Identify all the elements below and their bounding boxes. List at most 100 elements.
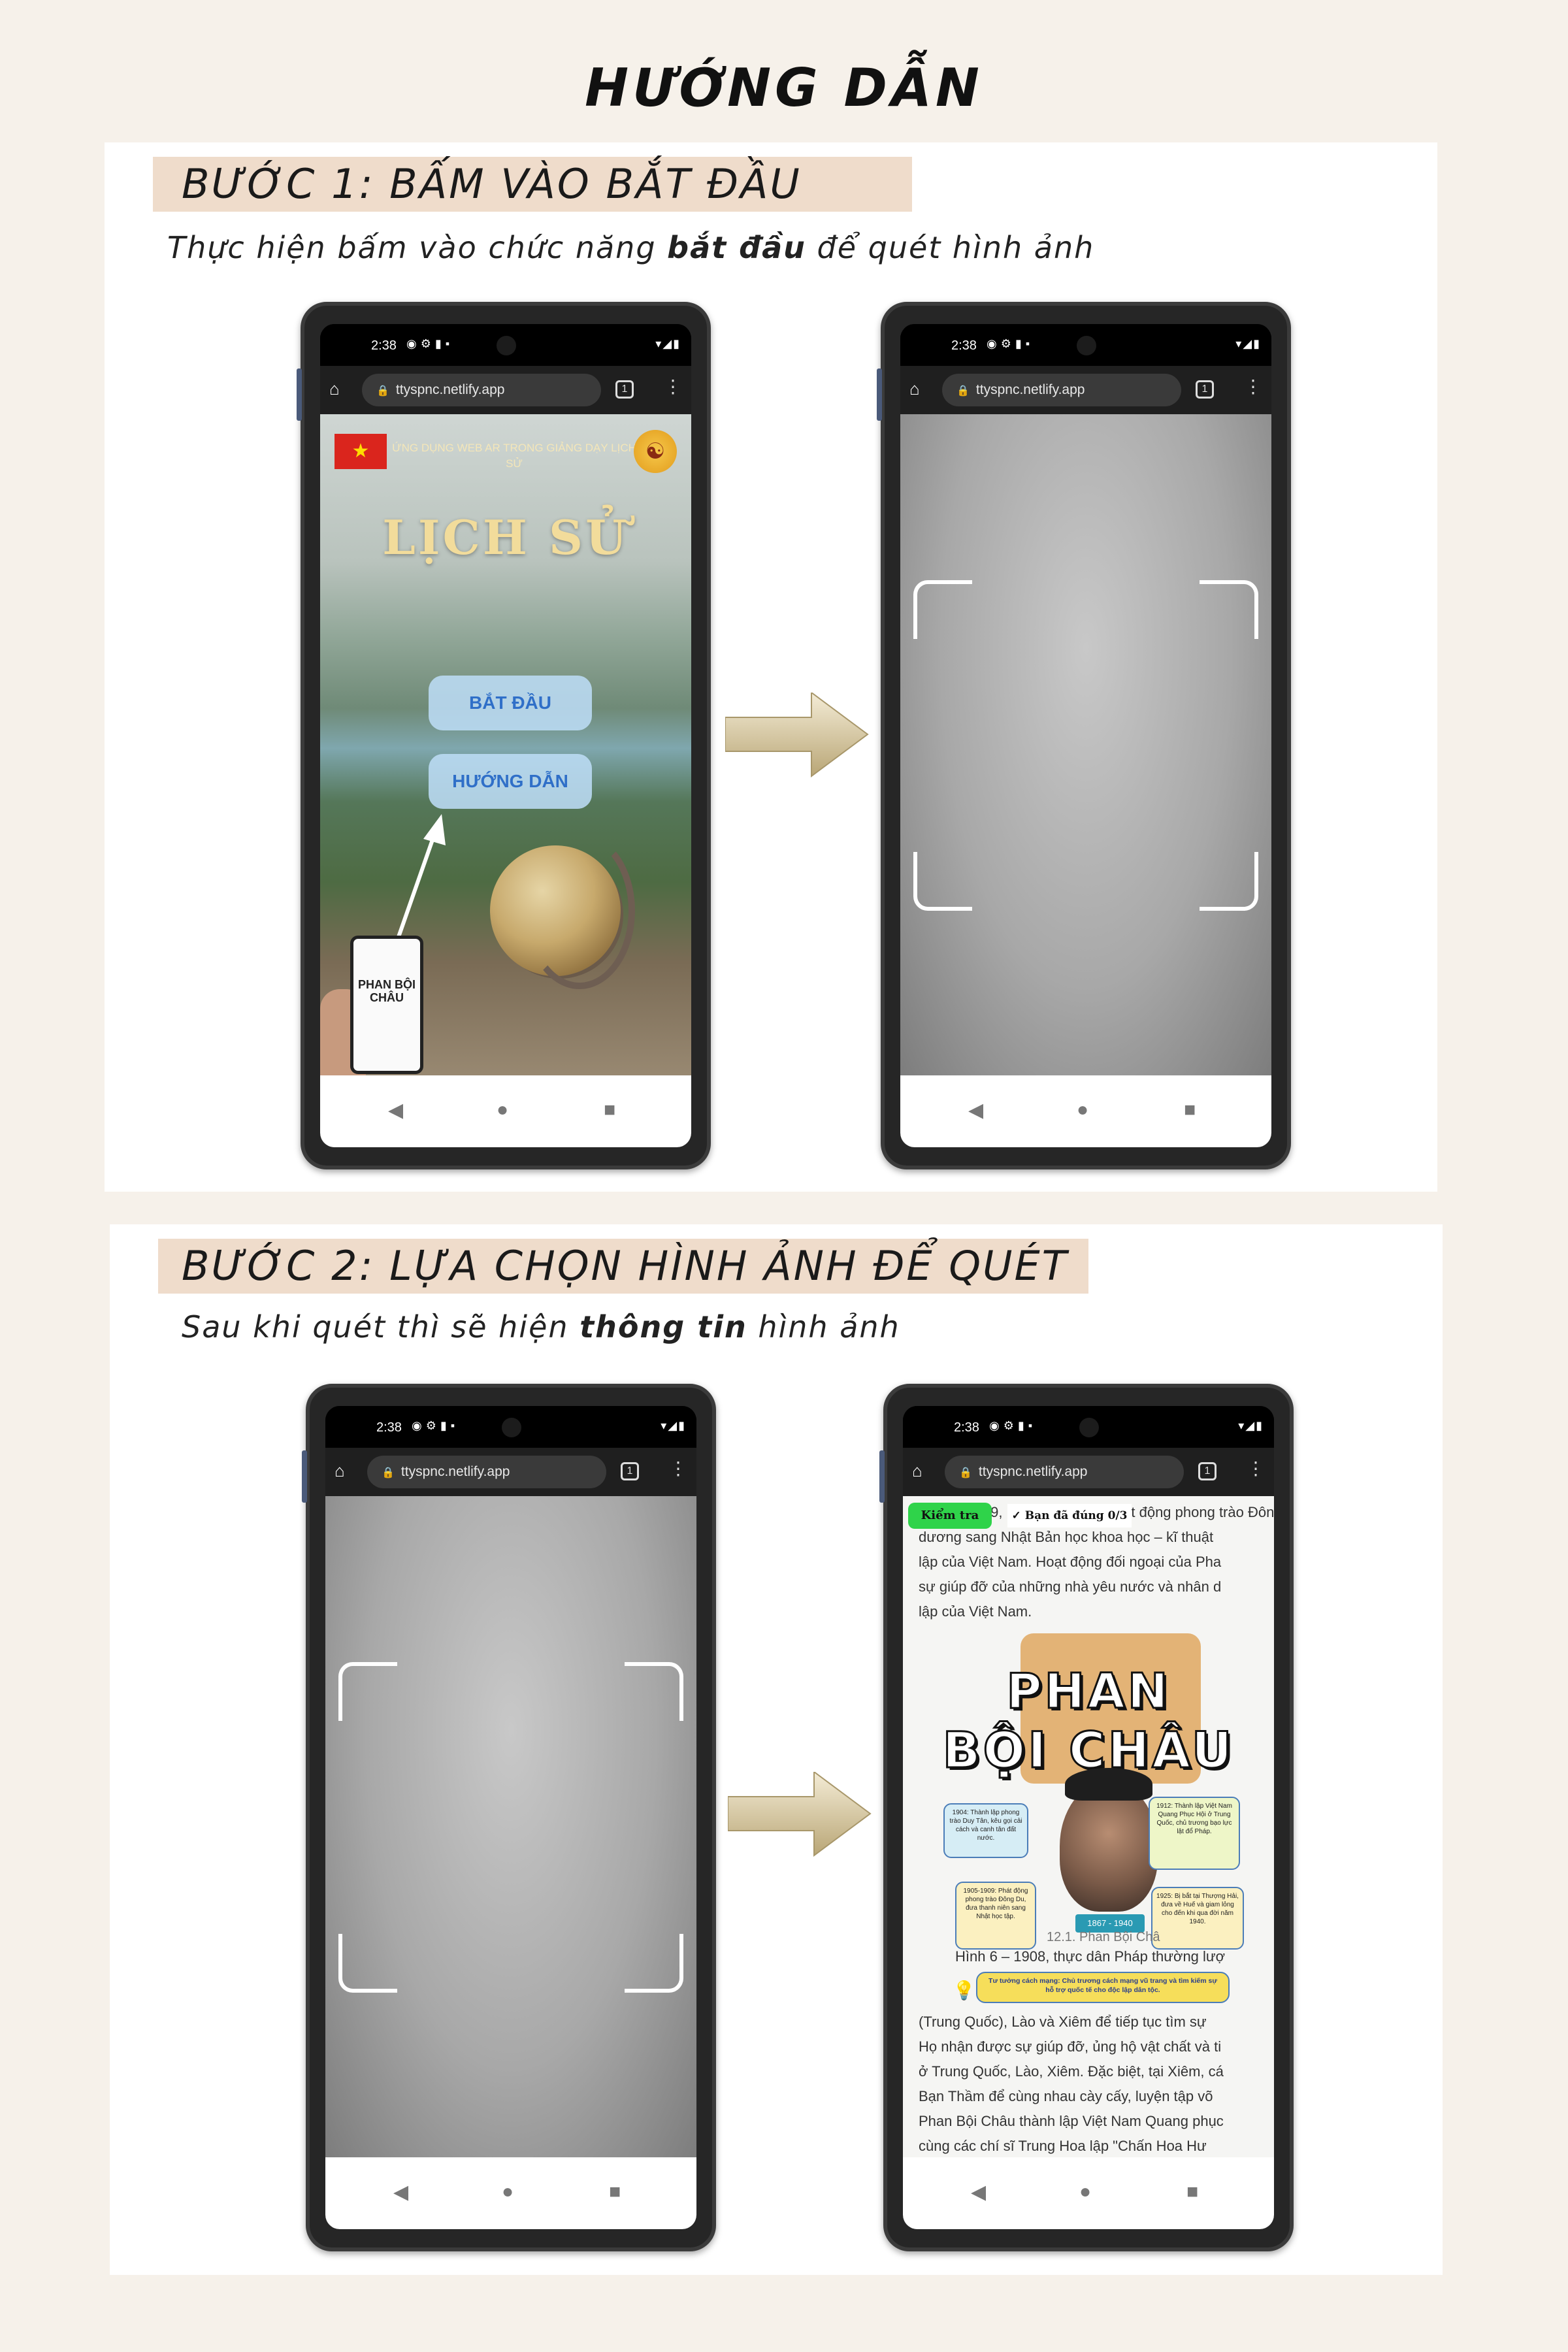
tabs-button[interactable]: 1 (615, 380, 634, 399)
camera-viewfinder (325, 1496, 696, 2164)
step1-heading: BƯỚC 1: BẤM VÀO BẮT ĐẦU (182, 160, 802, 208)
url-field[interactable]: 🔒 ttyspnc.netlify.app (942, 374, 1181, 406)
scan-frame-corner (625, 1662, 683, 1721)
caption-text: 12.1. Phan Bội Châ (1047, 1930, 1160, 1944)
back-icon[interactable]: ◀ (971, 2181, 986, 2204)
home-icon[interactable]: ⌂ (912, 1461, 923, 1481)
lock-icon: 🔒 (382, 1467, 395, 1478)
step2-heading: BƯỚC 2: LỰA CHỌN HÌNH ẢNH ĐỂ QUÉT (182, 1242, 1069, 1290)
poster-title-1: PHAN (1005, 1663, 1171, 1721)
tabs-button[interactable]: 1 (1196, 380, 1214, 399)
home-icon[interactable]: ⌂ (909, 379, 920, 399)
recent-apps-icon[interactable]: ■ (604, 1099, 615, 1121)
android-navbar: ◀ ● ■ (903, 2157, 1274, 2229)
recent-apps-icon[interactable]: ■ (1184, 1099, 1196, 1121)
score-label: ✓ Bạn đã đúng 0/3 (1007, 1504, 1132, 1527)
url-field[interactable]: 🔒 ttyspnc.netlify.app (362, 374, 601, 406)
status-icons: ◉⚙▮▪ (412, 1419, 459, 1432)
status-bar: 2:38 ◉⚙▮▪ ▾◢▮ (325, 1406, 696, 1448)
book-text-line: lập của Việt Nam. (919, 1603, 1032, 1620)
home-icon[interactable]: ⌂ (335, 1461, 345, 1481)
book-text-line: sự giúp đỡ của những nhà yêu nước và nhâ… (919, 1578, 1222, 1595)
scan-frame-corner (625, 1934, 683, 1993)
android-navbar: ◀ ● ■ (320, 1075, 691, 1147)
book-text-line: lập của Việt Nam. Hoạt động đối ngoại củ… (919, 1554, 1222, 1570)
portrait-image (1060, 1781, 1158, 1912)
phone-scan-screen-2: 2:38 ◉⚙▮▪ ▾◢▮ ⌂ 🔒 ttyspnc.netlify.app 1 ⋮… (302, 1384, 716, 2251)
book-text-line: Họ nhận được sự giúp đỡ, ủng hộ vật chất… (919, 2038, 1222, 2055)
right-arrow-icon (728, 1772, 872, 1857)
home-nav-icon[interactable]: ● (502, 2181, 514, 2203)
status-icons: ◉⚙▮▪ (987, 337, 1034, 350)
book-text-line: cùng các chí sĩ Trung Hoa lập "Chấn Hoa … (919, 2138, 1207, 2154)
home-nav-icon[interactable]: ● (1079, 2181, 1091, 2203)
signal-battery-icon: ▾◢▮ (655, 337, 681, 350)
status-icons: ◉⚙▮▪ (989, 1419, 1037, 1432)
url-field[interactable]: 🔒 ttyspnc.netlify.app (945, 1456, 1184, 1488)
timeline-bubble-1912: 1912: Thành lập Việt Nam Quang Phục Hội … (1149, 1797, 1240, 1870)
book-text-line: Phan Bội Châu thành lập Việt Nam Quang p… (919, 2113, 1224, 2129)
url-field[interactable]: 🔒 ttyspnc.netlify.app (367, 1456, 606, 1488)
camera-icon (1079, 1418, 1099, 1437)
phone-scan-screen: 2:38 ◉⚙▮▪ ▾◢▮ ⌂ 🔒 ttyspnc.netlify.app 1 ⋮… (877, 302, 1291, 1169)
camera-icon (497, 336, 516, 355)
android-navbar: ◀ ● ■ (325, 2157, 696, 2229)
timeline-bubble-1904: 1904: Thành lập phong trào Duy Tân, kêu … (943, 1803, 1028, 1858)
lightbulb-icon: 💡 (953, 1980, 975, 2001)
scan-frame-corner (913, 580, 972, 639)
phone-result-screen: 2:38 ◉⚙▮▪ ▾◢▮ ⌂ 🔒 ttyspnc.netlify.app 1 ⋮… (879, 1384, 1294, 2251)
lock-icon: 🔒 (376, 385, 389, 397)
tabs-button[interactable]: 1 (621, 1462, 639, 1480)
status-icons: ◉⚙▮▪ (406, 337, 454, 350)
scan-frame-corner (913, 852, 972, 911)
timeline-bubble-1905: 1905-1909: Phát động phong trào Đông Du,… (955, 1882, 1036, 1950)
back-icon[interactable]: ◀ (388, 1099, 403, 1122)
menu-icon[interactable]: ⋮ (664, 378, 682, 396)
home-icon[interactable]: ⌂ (329, 379, 340, 399)
ideology-note: Tư tưởng cách mạng: Chủ trương cách mạng… (976, 1972, 1230, 2003)
menu-icon[interactable]: ⋮ (669, 1460, 687, 1478)
scan-frame-corner (338, 1934, 397, 1993)
timeline-bubble-1925: 1925: Bị bắt tại Thượng Hải, đưa về Huế … (1151, 1887, 1244, 1950)
menu-icon[interactable]: ⋮ (1247, 1460, 1265, 1478)
browser-bar: ⌂ 🔒 ttyspnc.netlify.app 1 ⋮ (903, 1448, 1274, 1496)
status-bar: 2:38 ◉⚙▮▪ ▾◢▮ (903, 1406, 1274, 1448)
app-home: ★ ỨNG DỤNG WEB AR TRONG GIẢNG DẠY LỊCH S… (320, 414, 691, 1083)
lock-icon: 🔒 (959, 1467, 972, 1478)
book-text-line: (Trung Quốc), Lào và Xiêm để tiếp tục tì… (919, 2014, 1207, 2030)
phone-home-screen: 2:38 ◉⚙▮▪ ▾◢▮ ⌂ 🔒 ttyspnc.netlify.app 1 ⋮… (297, 302, 711, 1169)
menu-icon[interactable]: ⋮ (1244, 378, 1262, 396)
status-bar: 2:38 ◉⚙▮▪ ▾◢▮ (900, 324, 1271, 366)
home-nav-icon[interactable]: ● (1077, 1099, 1088, 1121)
book-text-line: Hình 6 – 1908, thực dân Pháp thường lượ (955, 1948, 1226, 1965)
right-arrow-icon (725, 693, 869, 777)
book-text-line: ở Trung Quốc, Lào, Xiêm. Đặc biệt, tại X… (919, 2063, 1224, 2080)
tabs-button[interactable]: 1 (1198, 1462, 1217, 1480)
page-title: HƯỚNG DẪN (585, 57, 983, 118)
status-bar: 2:38 ◉⚙▮▪ ▾◢▮ (320, 324, 691, 366)
home-nav-icon[interactable]: ● (497, 1099, 508, 1121)
back-icon[interactable]: ◀ (393, 2181, 408, 2204)
browser-bar: ⌂ 🔒 ttyspnc.netlify.app 1 ⋮ (320, 366, 691, 414)
scan-frame-corner (338, 1662, 397, 1721)
step2-heading-band: BƯỚC 2: LỰA CHỌN HÌNH ẢNH ĐỂ QUÉT (158, 1239, 1088, 1294)
signal-battery-icon: ▾◢▮ (1235, 337, 1261, 350)
scan-frame-corner (1200, 852, 1258, 911)
back-icon[interactable]: ◀ (968, 1099, 983, 1122)
browser-bar: ⌂ 🔒 ttyspnc.netlify.app 1 ⋮ (325, 1448, 696, 1496)
camera-viewfinder (900, 414, 1271, 1083)
mini-phone-image: PHAN BỘI CHÂU (350, 936, 423, 1074)
step2-description: Sau khi quét thì sẽ hiện thông tin hình … (182, 1309, 900, 1345)
step1-description: Thực hiện bấm vào chức năng bắt đầu để q… (167, 230, 1095, 265)
ar-result-view: 1905 – 1909, Phan Bội Châu phát động pho… (903, 1496, 1274, 2164)
recent-apps-icon[interactable]: ■ (609, 2181, 621, 2203)
scan-frame-corner (1200, 580, 1258, 639)
signal-battery-icon: ▾◢▮ (1238, 1419, 1264, 1432)
camera-icon (1077, 336, 1096, 355)
camera-icon (502, 1418, 521, 1437)
check-button[interactable]: Kiểm tra (908, 1503, 992, 1529)
step1-heading-band: BƯỚC 1: BẤM VÀO BẮT ĐẦU (153, 157, 912, 212)
browser-bar: ⌂ 🔒 ttyspnc.netlify.app 1 ⋮ (900, 366, 1271, 414)
recent-apps-icon[interactable]: ■ (1186, 2181, 1198, 2203)
lock-icon: 🔒 (956, 385, 970, 397)
